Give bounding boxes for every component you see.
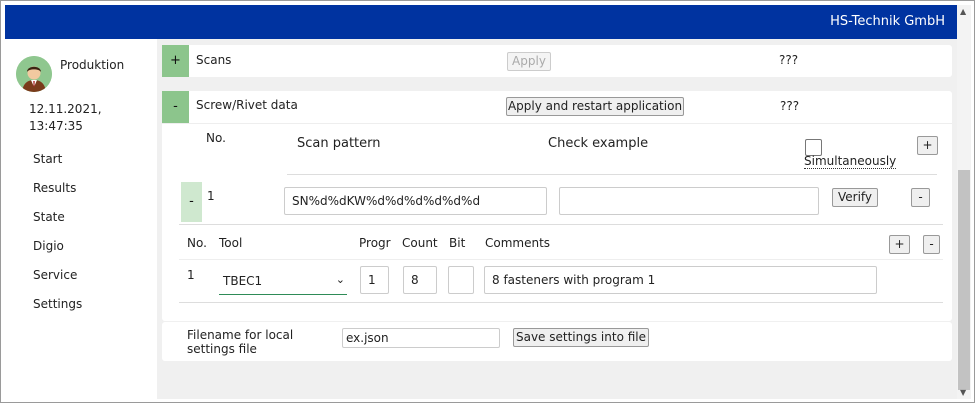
screw-collapse-button[interactable]: - [162,91,189,123]
local-settings-section: Filename for local settings file ex.json… [162,322,952,361]
sidebar: Produktion 12.11.2021, 13:47:35 Start Re… [5,39,157,399]
divider [179,302,943,303]
time-text: 13:47:35 [29,119,83,133]
col-scan-pattern-header: Scan pattern [297,136,381,151]
scans-title: Scans [196,53,232,67]
divider [179,224,943,225]
divider [287,174,937,175]
nav-item-digio[interactable]: Digio [33,239,64,253]
tool-select[interactable]: TBEC1 ⌄ [219,266,347,295]
save-settings-button[interactable]: Save settings into file [513,328,649,347]
scan-pattern-input[interactable]: SN%d%dKW%d%d%d%d%d%d [284,187,547,215]
nav-item-settings[interactable]: Settings [33,297,82,311]
scan-row-no: 1 [207,189,215,203]
scroll-up-icon[interactable]: ▲ [960,7,966,16]
tool-select-value: TBEC1 [223,274,263,288]
progr-input[interactable]: 1 [360,266,389,294]
nav-item-state[interactable]: State [33,210,65,224]
divider [179,259,943,260]
main-content: + Scans Apply ??? - Screw/Rivet data App… [157,39,957,399]
tool-col-no-header: No. [187,236,207,250]
nav-item-service[interactable]: Service [33,268,77,282]
nav-item-start[interactable]: Start [33,152,62,166]
col-check-example-header: Check example [548,136,649,151]
scans-section: + Scans Apply ??? [162,45,952,77]
remove-tool-button[interactable]: - [923,235,940,254]
apply-restart-button[interactable]: Apply and restart application [506,97,684,116]
count-input[interactable]: 8 [403,266,437,294]
scan-row-collapse-button[interactable]: - [181,182,202,222]
add-tool-button[interactable]: + [889,235,910,254]
tool-row-no: 1 [187,268,195,282]
divider [162,123,952,124]
bit-input[interactable] [448,266,474,294]
tool-col-bit-header: Bit [449,236,466,250]
filename-input[interactable]: ex.json [342,328,500,348]
tool-col-comments-header: Comments [485,236,551,250]
screw-rivet-section: - Screw/Rivet data Apply and restart app… [162,91,952,321]
brand-name: HS-Technik GmbH [830,14,945,29]
local-settings-label-line2: settings file [187,342,257,356]
col-no-header: No. [206,131,226,145]
check-example-input[interactable] [559,187,819,215]
date-text: 12.11.2021, [29,102,102,116]
comments-input[interactable]: 8 fasteners with program 1 [484,266,877,294]
user-avatar-icon [16,56,52,92]
add-scan-button[interactable]: + [917,136,938,155]
chevron-down-icon: ⌄ [335,273,345,286]
tool-col-progr-header: Progr [359,236,391,250]
scans-status: ??? [779,53,799,67]
header-bar: HS-Technik GmbH [5,5,957,39]
tool-col-tool-header: Tool [219,236,243,250]
scrollbar-thumb[interactable] [958,170,970,390]
local-settings-label: Filename for local settings file [187,328,293,356]
screw-title: Screw/Rivet data [196,98,298,112]
tool-col-count-header: Count [402,236,438,250]
user-name: Produktion [60,58,125,72]
scans-expand-button[interactable]: + [162,45,189,77]
nav-item-results[interactable]: Results [33,181,76,195]
scrollbar[interactable]: ▲ ▼ [957,5,971,399]
verify-button[interactable]: Verify [832,188,878,207]
scroll-down-icon[interactable]: ▼ [960,388,966,397]
remove-scan-button[interactable]: - [911,188,930,207]
datetime: 12.11.2021, 13:47:35 [29,101,102,135]
scans-apply-button[interactable]: Apply [507,52,551,71]
screw-status: ??? [780,99,800,113]
simultaneously-label: Simultaneously [804,154,897,169]
local-settings-label-line1: Filename for local [187,328,294,342]
